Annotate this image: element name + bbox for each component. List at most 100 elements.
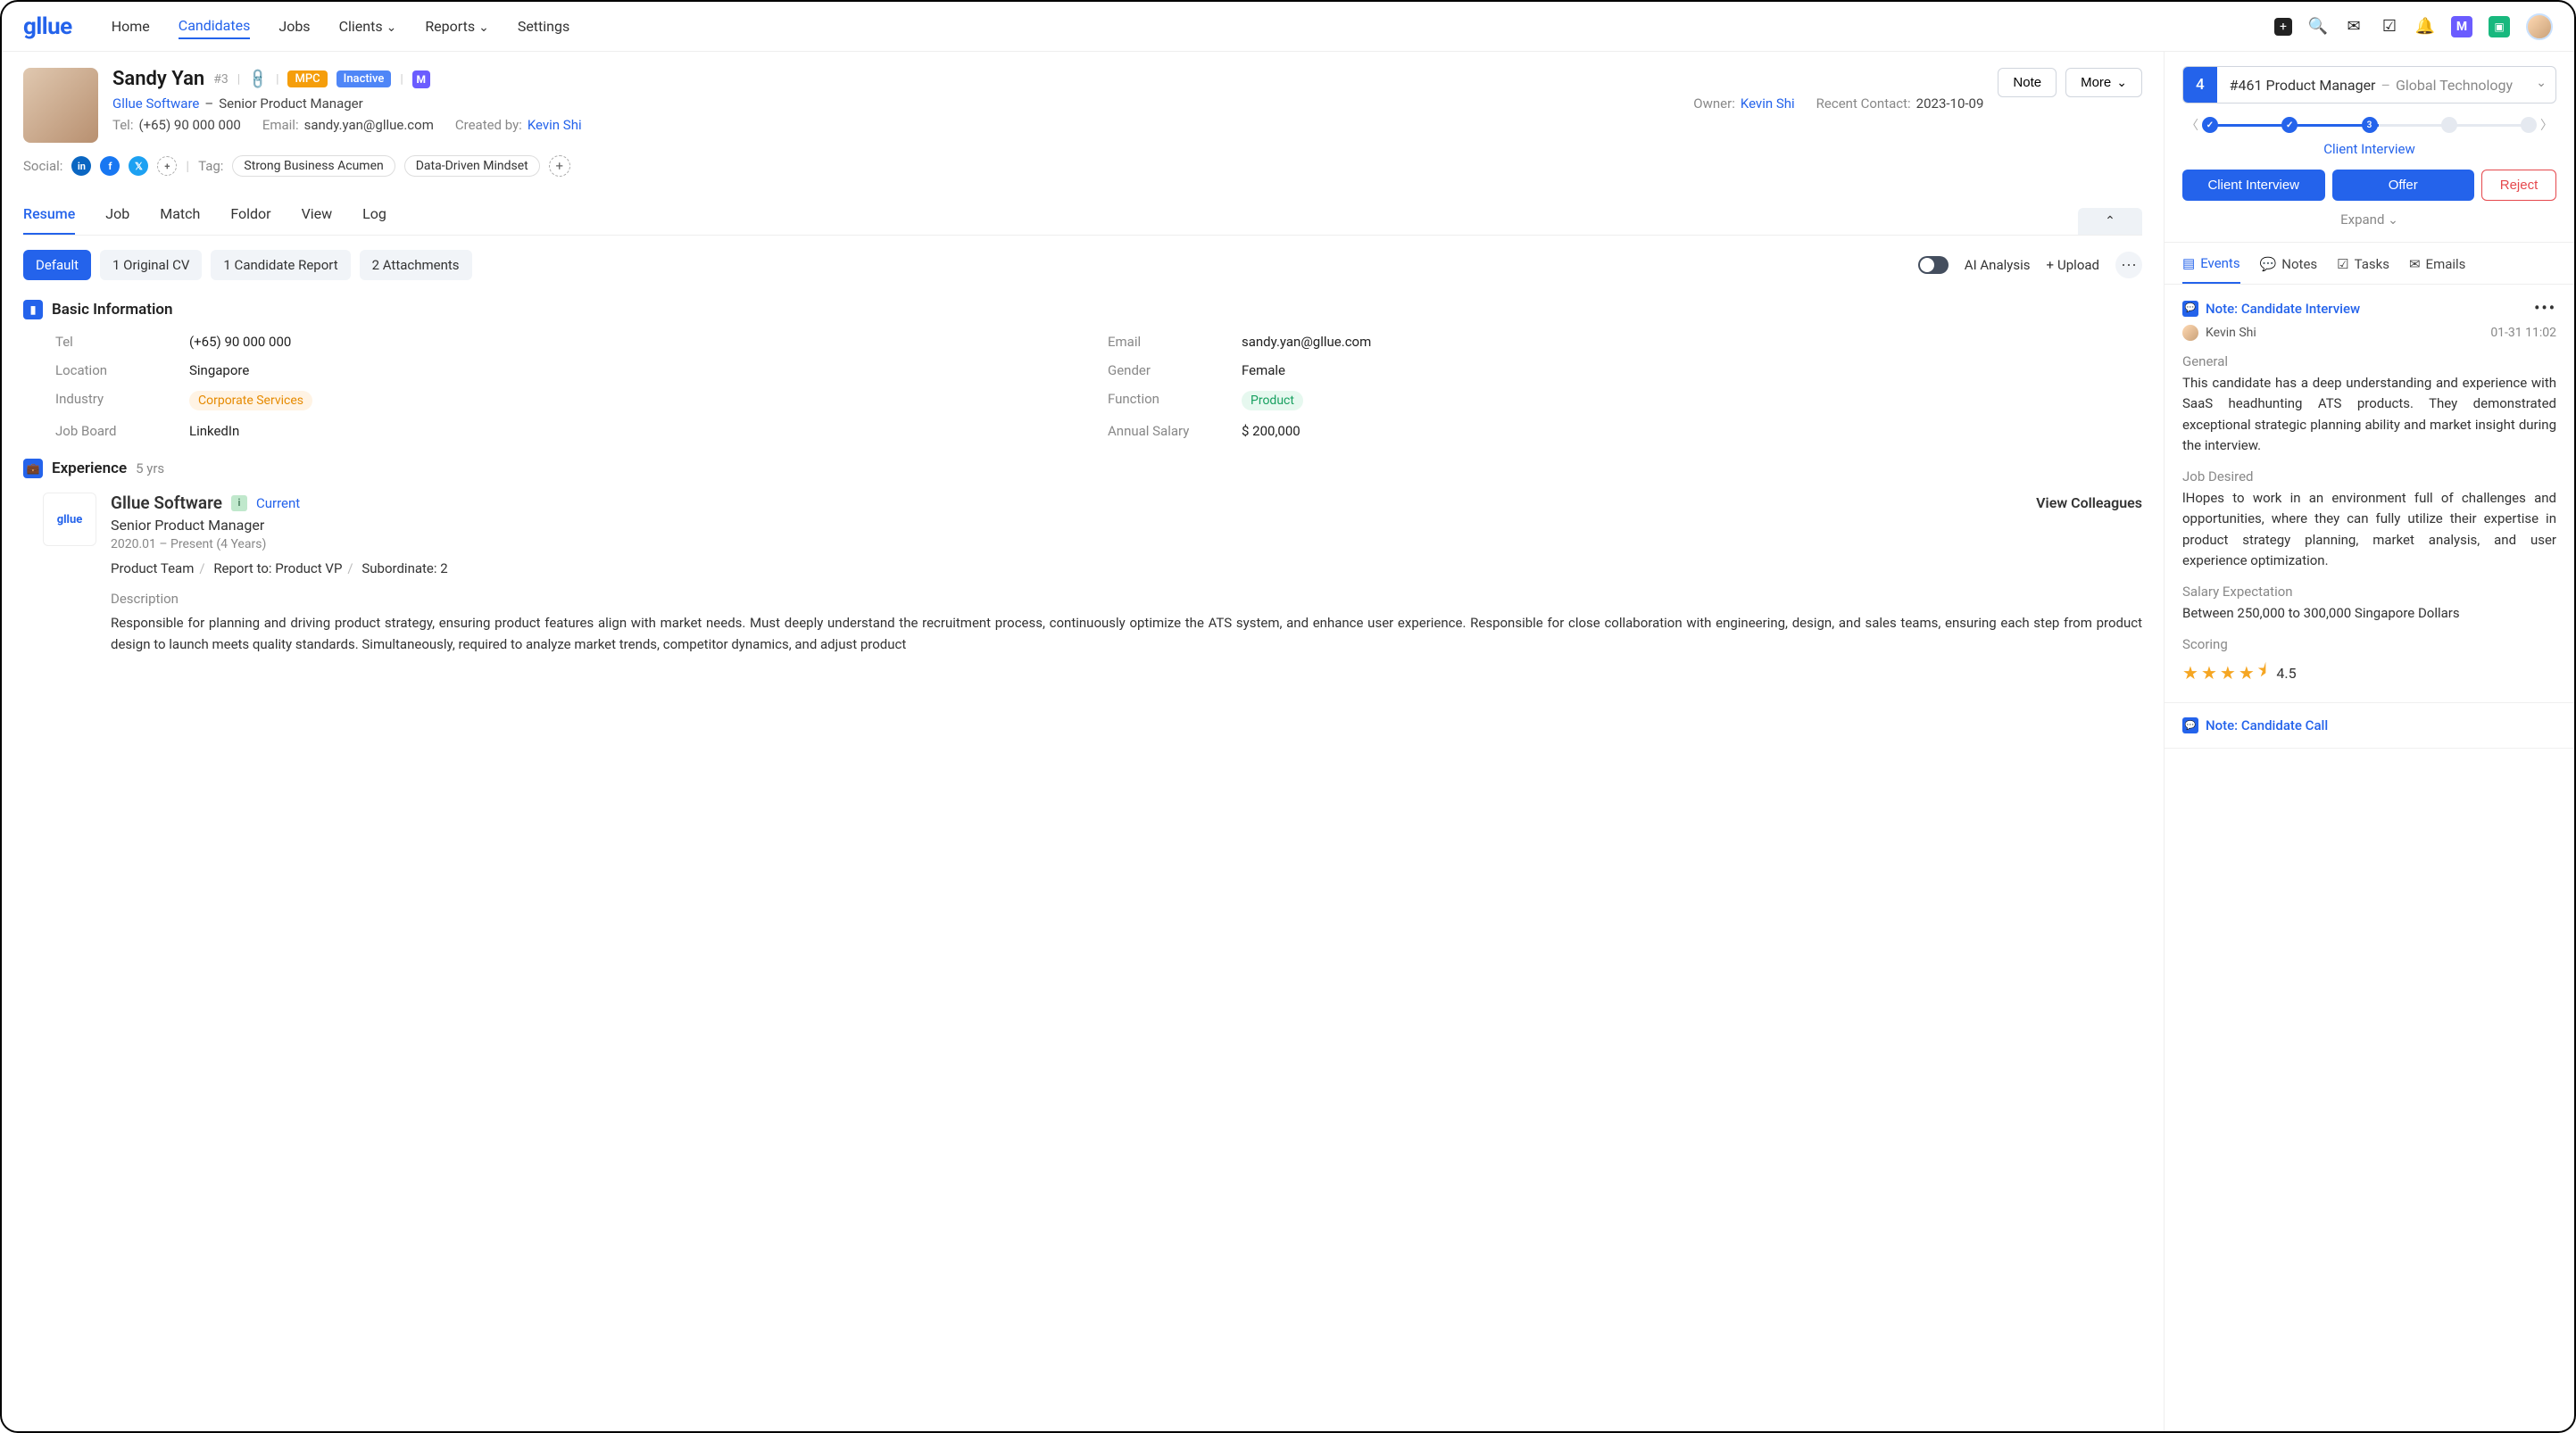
chevron-down-icon [478,18,489,35]
current-badge: Current [256,495,300,511]
upload-button[interactable]: +Upload [2047,257,2100,273]
add-social-icon[interactable]: + [157,156,177,176]
star-icon: ★ [2182,662,2198,683]
nav-home[interactable]: Home [112,13,150,39]
star-icon: ★ [2220,662,2236,683]
info-label: Gender [1108,362,1224,378]
separator: | [186,158,189,174]
search-icon[interactable]: 🔍 [2308,17,2328,37]
nav-candidates[interactable]: Candidates [179,13,251,39]
side-tab-events[interactable]: ▤Events [2182,255,2240,284]
chevron-down-icon[interactable] [2527,67,2555,103]
info-label: Tel [55,334,171,350]
app-badge-icon[interactable]: ▣ [2489,16,2510,37]
tab-resume[interactable]: Resume [23,198,75,235]
tag-chip[interactable]: Strong Business Acumen [232,155,395,177]
m-badge: M [412,70,430,88]
plus-icon: + [2047,257,2055,273]
tab-view[interactable]: View [302,198,333,235]
offer-button[interactable]: Offer [2332,170,2475,201]
info-value: Female [1242,362,2142,378]
calendar-check-icon[interactable]: ☑ [2380,17,2399,37]
nav-clients[interactable]: Clients [339,13,397,39]
step-dot[interactable] [2202,117,2218,133]
more-button[interactable]: More [2065,68,2142,97]
tag-chip[interactable]: Data-Driven Mindset [404,155,540,177]
side-tab-tasks[interactable]: ☑Tasks [2337,255,2389,284]
add-tag-button[interactable]: + [549,155,570,177]
candidate-id: #3 [213,72,229,87]
info-value: (+65) 90 000 000 [189,334,1090,350]
email-value: sandy.yan@gllue.com [304,117,434,133]
event-more-button[interactable]: ••• [2534,299,2556,318]
company-link[interactable]: Gllue Software [112,95,199,112]
side-tab-notes[interactable]: 💬Notes [2260,255,2318,284]
separator: – [2381,77,2390,94]
notes-icon: 💬 [2260,256,2277,272]
info-icon[interactable]: i [231,495,247,511]
score-value: 4.5 [2276,665,2296,682]
nav-settings[interactable]: Settings [518,13,569,39]
job-selector[interactable]: 4 #461 Product Manager – Global Technolo… [2182,66,2556,104]
created-by-label: Created by: [455,117,522,133]
nav-jobs[interactable]: Jobs [278,13,310,39]
event-title: Note: Candidate Call [2206,717,2328,733]
tab-job[interactable]: Job [105,198,129,235]
star-icon: ★ [2201,662,2217,683]
social-label: Social: [23,158,62,174]
add-icon[interactable]: + [2274,18,2292,36]
logo[interactable]: gllue [23,13,72,40]
star-icon: ★ [2239,662,2255,683]
side-tab-emails[interactable]: ✉Emails [2409,255,2465,284]
facebook-icon[interactable]: f [100,156,120,176]
step-next-arrow[interactable]: 〉 [2537,116,2556,134]
step-dot[interactable] [2521,117,2537,133]
twitter-icon[interactable]: 𝕏 [129,156,148,176]
note-button[interactable]: Note [1998,68,2057,97]
chip-default[interactable]: Default [23,250,91,280]
separator: | [237,72,240,87]
company-logo: gllue [43,493,96,546]
nav-reports[interactable]: Reports [425,13,489,39]
exp-team: Product Team [111,560,194,576]
tab-log[interactable]: Log [362,198,386,235]
tab-match[interactable]: Match [160,198,200,235]
expand-button[interactable]: Expand [2182,211,2556,228]
chip-attachments[interactable]: 2 Attachments [360,250,472,280]
step-dot-current[interactable]: 3 [2362,117,2378,133]
event-section-body: This candidate has a deep understanding … [2182,373,2556,456]
user-avatar[interactable] [2526,13,2553,40]
m-badge-icon[interactable]: M [2451,16,2472,37]
more-options-button[interactable]: ⋯ [2115,252,2142,278]
info-value: sandy.yan@gllue.com [1242,334,2142,350]
owner-link[interactable]: Kevin Shi [1741,95,1795,112]
link-icon[interactable]: 🔗 [245,67,270,92]
tab-folder[interactable]: Foldor [230,198,270,235]
chip-original-cv[interactable]: 1 Original CV [100,250,202,280]
collapse-button[interactable]: ⌃ [2078,208,2142,235]
event-section-title: Job Desired [2182,468,2556,485]
created-by-link[interactable]: Kevin Shi [528,117,582,133]
ai-analysis-toggle[interactable] [1918,256,1949,274]
reject-button[interactable]: Reject [2481,170,2556,201]
separator: | [276,72,278,87]
step-prev-arrow[interactable]: 〈 [2182,116,2202,134]
step-dot[interactable] [2281,117,2298,133]
step-dot[interactable] [2441,117,2457,133]
event-author: Kevin Shi [2206,326,2256,340]
mail-icon[interactable]: ✉ [2344,17,2364,37]
view-colleagues-link[interactable]: View Colleagues [2036,494,2142,511]
info-label: Function [1108,391,1224,410]
client-interview-button[interactable]: Client Interview [2182,170,2325,201]
exp-subordinate: Subordinate: 2 [361,560,447,576]
info-value: $ 200,000 [1242,423,2142,439]
tag-label: Tag: [198,158,223,174]
chevron-down-icon [2388,211,2398,228]
tel-value: (+65) 90 000 000 [138,117,240,133]
linkedin-icon[interactable]: in [71,156,91,176]
tel-label: Tel: [112,117,133,133]
chevron-down-icon [2116,75,2127,90]
email-label: Email: [262,117,299,133]
bell-icon[interactable]: 🔔 [2415,17,2435,37]
chip-candidate-report[interactable]: 1 Candidate Report [211,250,350,280]
